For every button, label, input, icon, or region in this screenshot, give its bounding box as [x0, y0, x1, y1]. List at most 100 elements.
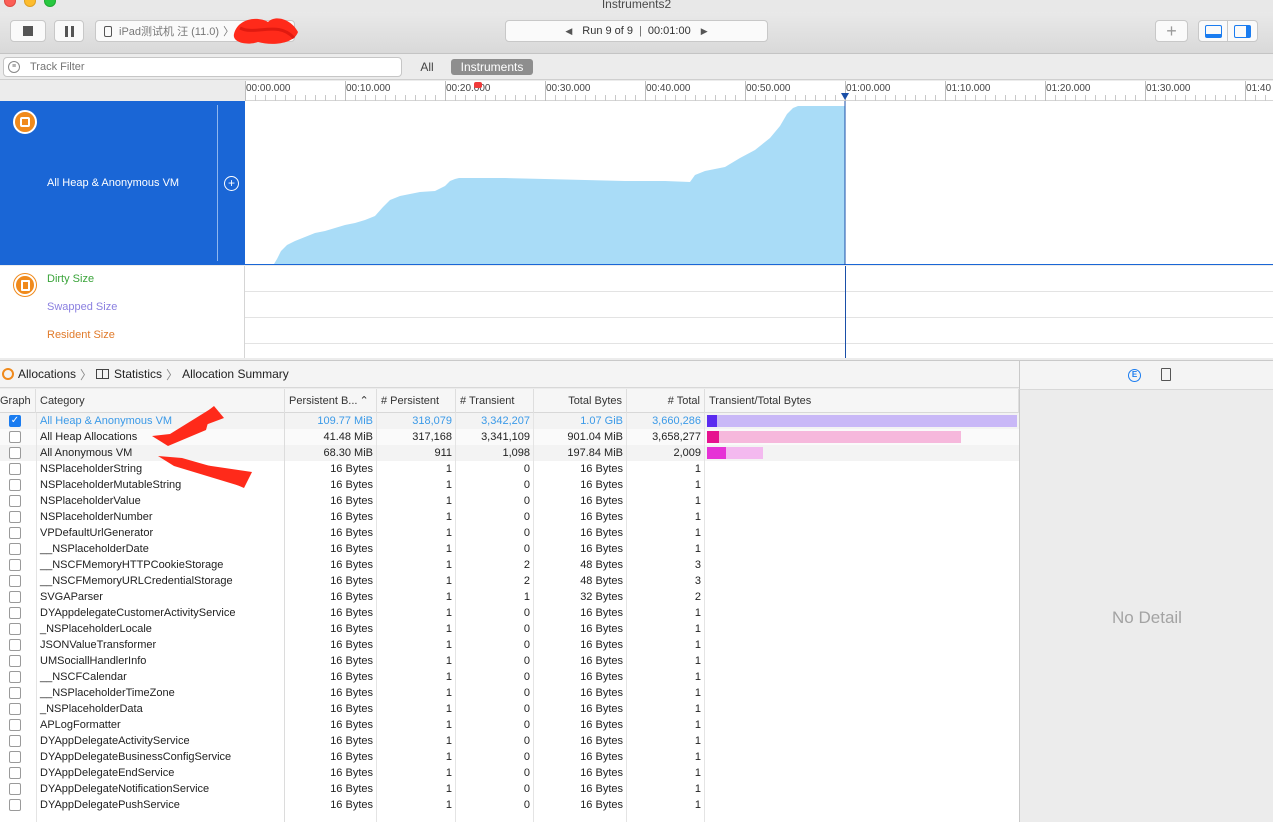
graph-checkbox[interactable]: [9, 671, 21, 683]
cell-category: NSPlaceholderValue: [40, 495, 141, 507]
graph-checkbox[interactable]: [9, 527, 21, 539]
table-row[interactable]: DYAppdelegateCustomerActivityService 16 B…: [0, 605, 1019, 621]
jumpbar-section[interactable]: Allocation Summary: [182, 367, 289, 381]
track-filter-field[interactable]: ≡: [3, 57, 402, 77]
graph-checkbox[interactable]: ✓: [9, 415, 21, 427]
stop-recording-button[interactable]: [10, 20, 46, 42]
table-row[interactable]: JSONValueTransformer 16 Bytes 1 0 16 Bytes 1: [0, 637, 1019, 653]
graph-checkbox[interactable]: [9, 479, 21, 491]
header-total[interactable]: # Total: [627, 389, 705, 413]
graph-checkbox[interactable]: [9, 735, 21, 747]
graph-checkbox[interactable]: [9, 767, 21, 779]
graph-checkbox[interactable]: [9, 639, 21, 651]
next-run-icon[interactable]: ▶: [701, 26, 708, 37]
table-row[interactable]: DYAppDelegateActivityService 16 Bytes 1 0 16…: [0, 733, 1019, 749]
table-row[interactable]: __NSPlaceholderTimeZone 16 Bytes 1 0 16 Byte…: [0, 685, 1019, 701]
graph-checkbox[interactable]: [9, 463, 21, 475]
toggle-detail-area-button[interactable]: [1199, 21, 1229, 41]
table-row[interactable]: _NSPlaceholderLocale 16 Bytes 1 0 16 Bytes 1: [0, 621, 1019, 637]
header-total-bytes[interactable]: Total Bytes: [534, 389, 627, 413]
table-row[interactable]: NSPlaceholderNumber 16 Bytes 1 0 16 Bytes 1: [0, 509, 1019, 525]
table-row[interactable]: DYAppDelegateEndService 16 Bytes 1 0 16 Byte…: [0, 765, 1019, 781]
table-row[interactable]: __NSPlaceholderDate 16 Bytes 1 0 16 Bytes 1: [0, 541, 1019, 557]
table-row[interactable]: UMSociallHandlerInfo 16 Bytes 1 0 16 Bytes 1: [0, 653, 1019, 669]
header-transient[interactable]: # Transient: [456, 389, 534, 413]
graph-checkbox[interactable]: [9, 703, 21, 715]
cell-persistent: 1: [445, 463, 452, 475]
table-row[interactable]: __NSCFMemoryHTTPCookieStorage 16 Bytes 1 2 4…: [0, 557, 1019, 573]
cell-transient: 0: [523, 719, 530, 731]
previous-run-icon[interactable]: ◀: [565, 26, 572, 37]
jumpbar-view[interactable]: Statistics: [114, 367, 162, 381]
pause-recording-button[interactable]: [54, 20, 84, 42]
graph-checkbox[interactable]: [9, 559, 21, 571]
cell-persistent-bytes: 16 Bytes: [330, 607, 373, 619]
cell-transient: 0: [523, 495, 530, 507]
graph-checkbox[interactable]: [9, 543, 21, 555]
add-track-circle-icon[interactable]: +: [224, 176, 239, 191]
header-transient-total-bytes[interactable]: Transient/Total Bytes: [705, 389, 1019, 413]
sub-track-graphs[interactable]: [245, 266, 1273, 358]
ruler-tick-label: 00:50.000: [746, 83, 791, 94]
graph-checkbox[interactable]: [9, 511, 21, 523]
header-graph[interactable]: Graph: [0, 389, 36, 413]
table-row[interactable]: _NSPlaceholderData 16 Bytes 1 0 16 Bytes 1: [0, 701, 1019, 717]
add-instrument-button[interactable]: +: [1155, 20, 1188, 42]
resident-size-label[interactable]: Resident Size: [47, 329, 115, 341]
swapped-size-lane: [245, 292, 1273, 318]
extended-detail-icon[interactable]: E: [1128, 369, 1141, 382]
graph-checkbox[interactable]: [9, 623, 21, 635]
cell-total-bytes: 16 Bytes: [580, 511, 623, 523]
graph-checkbox[interactable]: [9, 575, 21, 587]
graph-checkbox[interactable]: [9, 799, 21, 811]
graph-checkbox[interactable]: [9, 751, 21, 763]
track-filter-input[interactable]: [30, 59, 390, 75]
scope-instruments-button[interactable]: Instruments: [451, 59, 533, 75]
table-row[interactable]: __NSCFMemoryURLCredentialStorage 16 Bytes…: [0, 573, 1019, 589]
jumpbar-instrument[interactable]: Allocations: [18, 367, 76, 381]
scope-all-button[interactable]: All: [412, 59, 442, 75]
cell-total-bytes: 16 Bytes: [580, 495, 623, 507]
graph-checkbox[interactable]: [9, 687, 21, 699]
graph-checkbox[interactable]: [9, 591, 21, 603]
stop-icon: [23, 26, 33, 36]
elapsed-time: 00:01:00: [647, 25, 691, 37]
toggle-inspector-button[interactable]: [1228, 21, 1257, 41]
cell-persistent: 1: [445, 559, 452, 571]
allocation-graph[interactable]: [245, 101, 1273, 265]
track-header-all-heap[interactable]: All Heap & Anonymous VM +: [0, 101, 245, 265]
graph-checkbox[interactable]: [9, 655, 21, 667]
transient-bytes-bar: [707, 415, 1017, 427]
table-row[interactable]: __NSCFCalendar 16 Bytes 1 0 16 Bytes 1: [0, 669, 1019, 685]
run-selector[interactable]: ◀ Run 9 of 9 | 00:01:00 ▶: [505, 20, 768, 42]
table-row[interactable]: DYAppDelegatePushService 16 Bytes 1 0 16 Byt…: [0, 797, 1019, 813]
graph-checkbox[interactable]: [9, 719, 21, 731]
ruler-tick-label: 01:40: [1246, 83, 1272, 94]
graph-checkbox[interactable]: [9, 495, 21, 507]
graph-checkbox[interactable]: [9, 447, 21, 459]
cell-persistent-bytes: 16 Bytes: [330, 623, 373, 635]
document-icon[interactable]: [1161, 368, 1171, 381]
cell-total: 1: [694, 671, 701, 683]
cell-category: DYAppDelegateNotificationService: [40, 783, 210, 795]
table-row[interactable]: DYAppDelegateBusinessConfigService 16 Byt…: [0, 749, 1019, 765]
table-row[interactable]: VPDefaultUrlGenerator 16 Bytes 1 0 16 Bytes 1: [0, 525, 1019, 541]
graph-checkbox[interactable]: [9, 431, 21, 443]
dirty-size-label[interactable]: Dirty Size: [47, 273, 94, 285]
ruler-flag-marker[interactable]: [474, 82, 482, 88]
graph-checkbox[interactable]: [9, 607, 21, 619]
swapped-size-label[interactable]: Swapped Size: [47, 301, 117, 313]
table-row[interactable]: NSPlaceholderValue 16 Bytes 1 0 16 Bytes 1: [0, 493, 1019, 509]
header-persistent-bytes[interactable]: Persistent B... ⌃: [285, 389, 377, 413]
cell-total-bytes: 1.07 GiB: [580, 415, 623, 427]
graph-checkbox[interactable]: [9, 783, 21, 795]
cell-persistent: 1: [445, 511, 452, 523]
allocations-instrument-icon: [13, 110, 37, 134]
playhead-marker[interactable]: [841, 93, 849, 100]
table-row[interactable]: SVGAParser 16 Bytes 1 1 32 Bytes 2: [0, 589, 1019, 605]
table-row[interactable]: DYAppDelegateNotificationService 16 Bytes…: [0, 781, 1019, 797]
table-row[interactable]: APLogFormatter 16 Bytes 1 0 16 Bytes 1: [0, 717, 1019, 733]
cell-persistent-bytes: 16 Bytes: [330, 687, 373, 699]
header-persistent[interactable]: # Persistent: [377, 389, 456, 413]
time-ruler[interactable]: 00:00.000 00:10.000 00:20.000 00:30.000 00:4…: [245, 81, 1273, 101]
